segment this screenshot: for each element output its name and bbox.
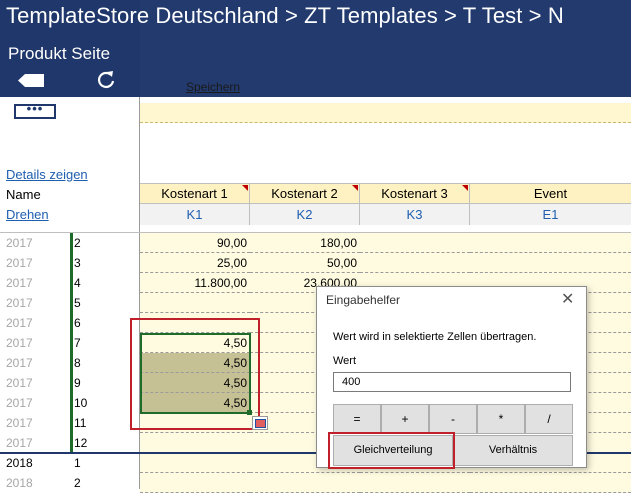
comment-marker-icon xyxy=(352,185,358,191)
input-strip xyxy=(140,103,631,123)
cell-k1[interactable]: 25,00 xyxy=(140,253,250,273)
row-year: 2017 xyxy=(6,236,33,250)
row-month: 2 xyxy=(74,236,81,250)
row-year: 2017 xyxy=(6,396,33,410)
row-year: 2017 xyxy=(6,296,33,310)
row-month: 9 xyxy=(74,376,81,390)
details-link[interactable]: Details zeigen xyxy=(6,167,88,182)
close-icon[interactable]: ✕ xyxy=(561,289,574,309)
comment-marker-icon xyxy=(462,185,468,191)
cell-k3[interactable] xyxy=(360,473,470,493)
divide-button[interactable]: / xyxy=(525,404,573,434)
column-header-label: Event xyxy=(533,186,568,201)
cell-k2[interactable]: 50,00 xyxy=(250,253,360,273)
cell-k2[interactable] xyxy=(250,473,360,493)
row-month: 3 xyxy=(74,256,81,270)
row-year: 2018 xyxy=(6,456,33,470)
column-header-kostenart-3[interactable]: Kostenart 3 xyxy=(360,184,470,204)
ratio-button[interactable]: Verhältnis xyxy=(453,435,573,466)
row-year: 2017 xyxy=(6,436,33,450)
row-group-bar xyxy=(70,233,73,453)
cell-k1[interactable]: 90,00 xyxy=(140,233,250,253)
cell-k1[interactable] xyxy=(140,453,250,473)
column-code-e1: E1 xyxy=(470,204,631,225)
column-header-label: Kostenart 1 xyxy=(161,186,228,201)
column-header-event[interactable]: Event xyxy=(470,184,631,204)
row-year: 2017 xyxy=(6,276,33,290)
multiply-button[interactable]: * xyxy=(477,404,525,434)
save-link[interactable]: Speichern xyxy=(186,80,240,94)
value-label: Wert xyxy=(333,355,357,367)
dialog-message: Wert wird in selektierte Zellen übertrag… xyxy=(333,331,537,343)
row-month: 1 xyxy=(74,456,81,470)
row-year: 2017 xyxy=(6,376,33,390)
row-year: 2017 xyxy=(6,356,33,370)
row-month: 4 xyxy=(74,276,81,290)
row-year: 2017 xyxy=(6,336,33,350)
cell-k1[interactable] xyxy=(140,433,250,453)
cell-k2[interactable]: 180,00 xyxy=(250,233,360,253)
cell-e1[interactable] xyxy=(470,253,631,273)
refresh-icon[interactable] xyxy=(96,70,116,90)
table-row: 2018 2 xyxy=(0,473,631,493)
column-code-k1: K1 xyxy=(140,204,250,225)
cell-k3[interactable] xyxy=(360,233,470,253)
row-month: 2 xyxy=(74,476,81,490)
row-month: 12 xyxy=(74,436,88,450)
column-header-kostenart-1[interactable]: Kostenart 1 xyxy=(140,184,250,204)
page-title: Produkt Seite xyxy=(8,44,111,63)
row-year: 2018 xyxy=(6,476,33,490)
back-arrow-icon[interactable] xyxy=(18,74,44,87)
cell-e1[interactable] xyxy=(470,233,631,253)
column-code-k2: K2 xyxy=(250,204,360,225)
row-month: 8 xyxy=(74,356,81,370)
cell-k1[interactable] xyxy=(140,293,250,313)
equals-button[interactable]: = xyxy=(333,404,381,434)
cell-k1[interactable] xyxy=(140,473,250,493)
table-row: 2017 2 90,00 180,00 xyxy=(0,233,631,253)
autofill-options-icon[interactable] xyxy=(252,416,268,430)
table-row: 2017 3 25,00 50,00 xyxy=(0,253,631,273)
row-month: 7 xyxy=(74,336,81,350)
more-dots-icon: ••• xyxy=(26,101,44,116)
value-input[interactable] xyxy=(333,372,571,392)
breadcrumb: TemplateStore Deutschland > ZT Templates… xyxy=(6,3,564,28)
column-code-k3: K3 xyxy=(360,204,470,225)
cell-k1[interactable]: 11.800,00 xyxy=(140,273,250,293)
row-month: 10 xyxy=(74,396,88,410)
highlight-box-selection xyxy=(130,318,260,430)
row-month: 5 xyxy=(74,296,81,310)
cell-e1[interactable] xyxy=(470,473,631,493)
column-header-kostenart-2[interactable]: Kostenart 2 xyxy=(250,184,360,204)
row-year: 2017 xyxy=(6,316,33,330)
row-year: 2017 xyxy=(6,256,33,270)
highlight-box-gleichverteilung xyxy=(328,432,455,469)
row-year: 2017 xyxy=(6,416,33,430)
row-month: 11 xyxy=(74,416,87,430)
cell-k3[interactable] xyxy=(360,253,470,273)
comment-marker-icon xyxy=(242,185,248,191)
plus-button[interactable]: + xyxy=(381,404,429,434)
minus-button[interactable]: - xyxy=(429,404,477,434)
row-month: 6 xyxy=(74,316,81,330)
more-button[interactable]: ••• xyxy=(14,101,56,119)
rotate-link[interactable]: Drehen xyxy=(6,207,49,222)
name-label: Name xyxy=(6,187,41,202)
dialog-title: Eingabehelfer xyxy=(326,293,401,307)
column-header-label: Kostenart 3 xyxy=(381,186,448,201)
column-header-label: Kostenart 2 xyxy=(271,186,338,201)
